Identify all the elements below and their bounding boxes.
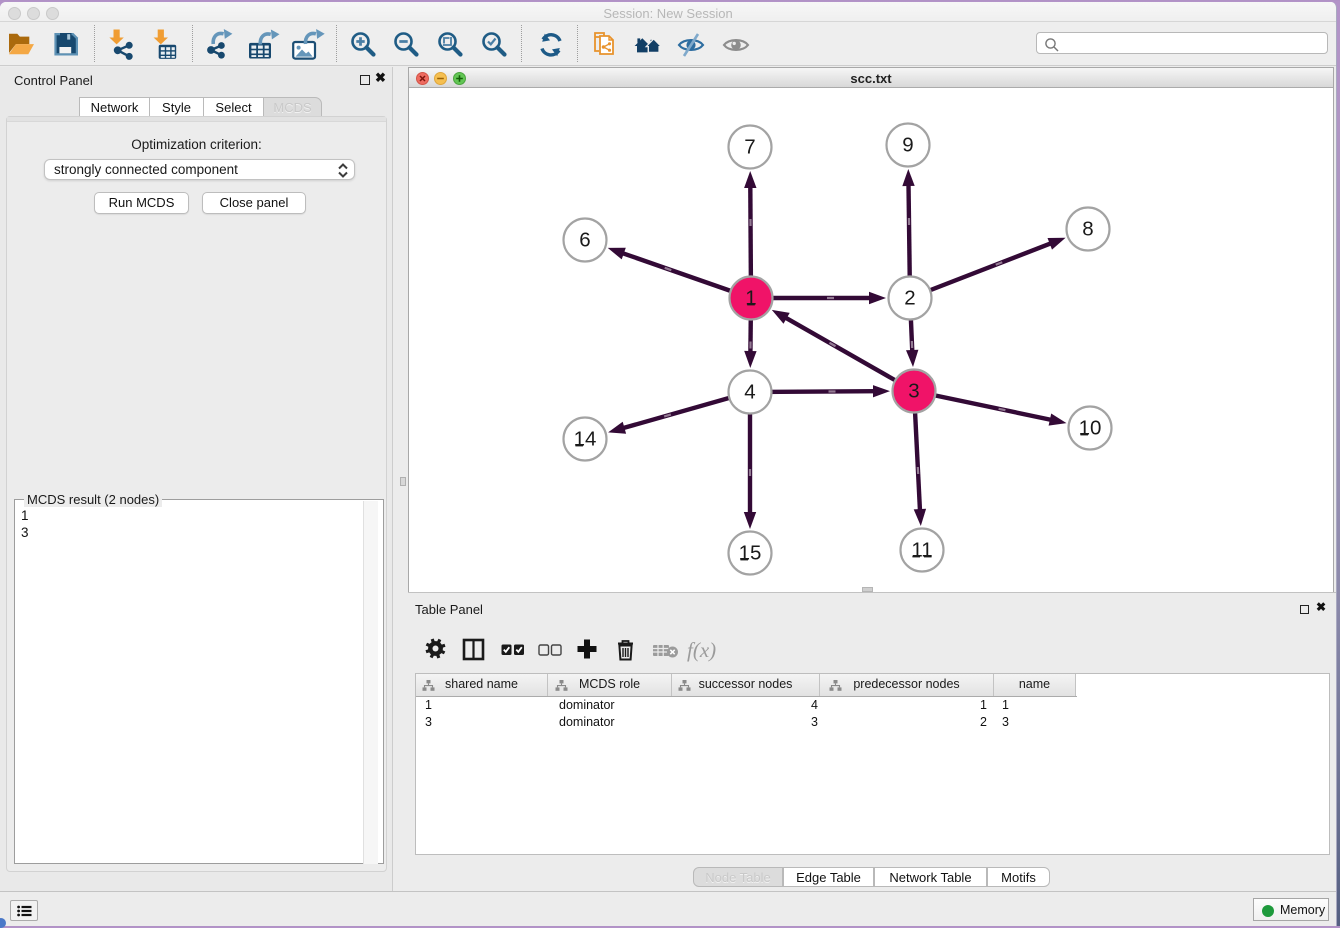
svg-text:10: 10: [1079, 417, 1102, 440]
svg-text:15: 15: [739, 542, 762, 565]
svg-text:11: 11: [911, 539, 932, 562]
svg-text:8: 8: [1082, 218, 1093, 241]
svg-text:9: 9: [902, 134, 913, 157]
svg-text:2: 2: [904, 287, 915, 310]
svg-text:6: 6: [579, 229, 590, 252]
svg-text:7: 7: [744, 136, 755, 159]
svg-text:14: 14: [574, 428, 597, 451]
svg-text:4: 4: [744, 381, 755, 404]
svg-text:3: 3: [908, 380, 919, 403]
svg-text:1: 1: [745, 287, 756, 310]
